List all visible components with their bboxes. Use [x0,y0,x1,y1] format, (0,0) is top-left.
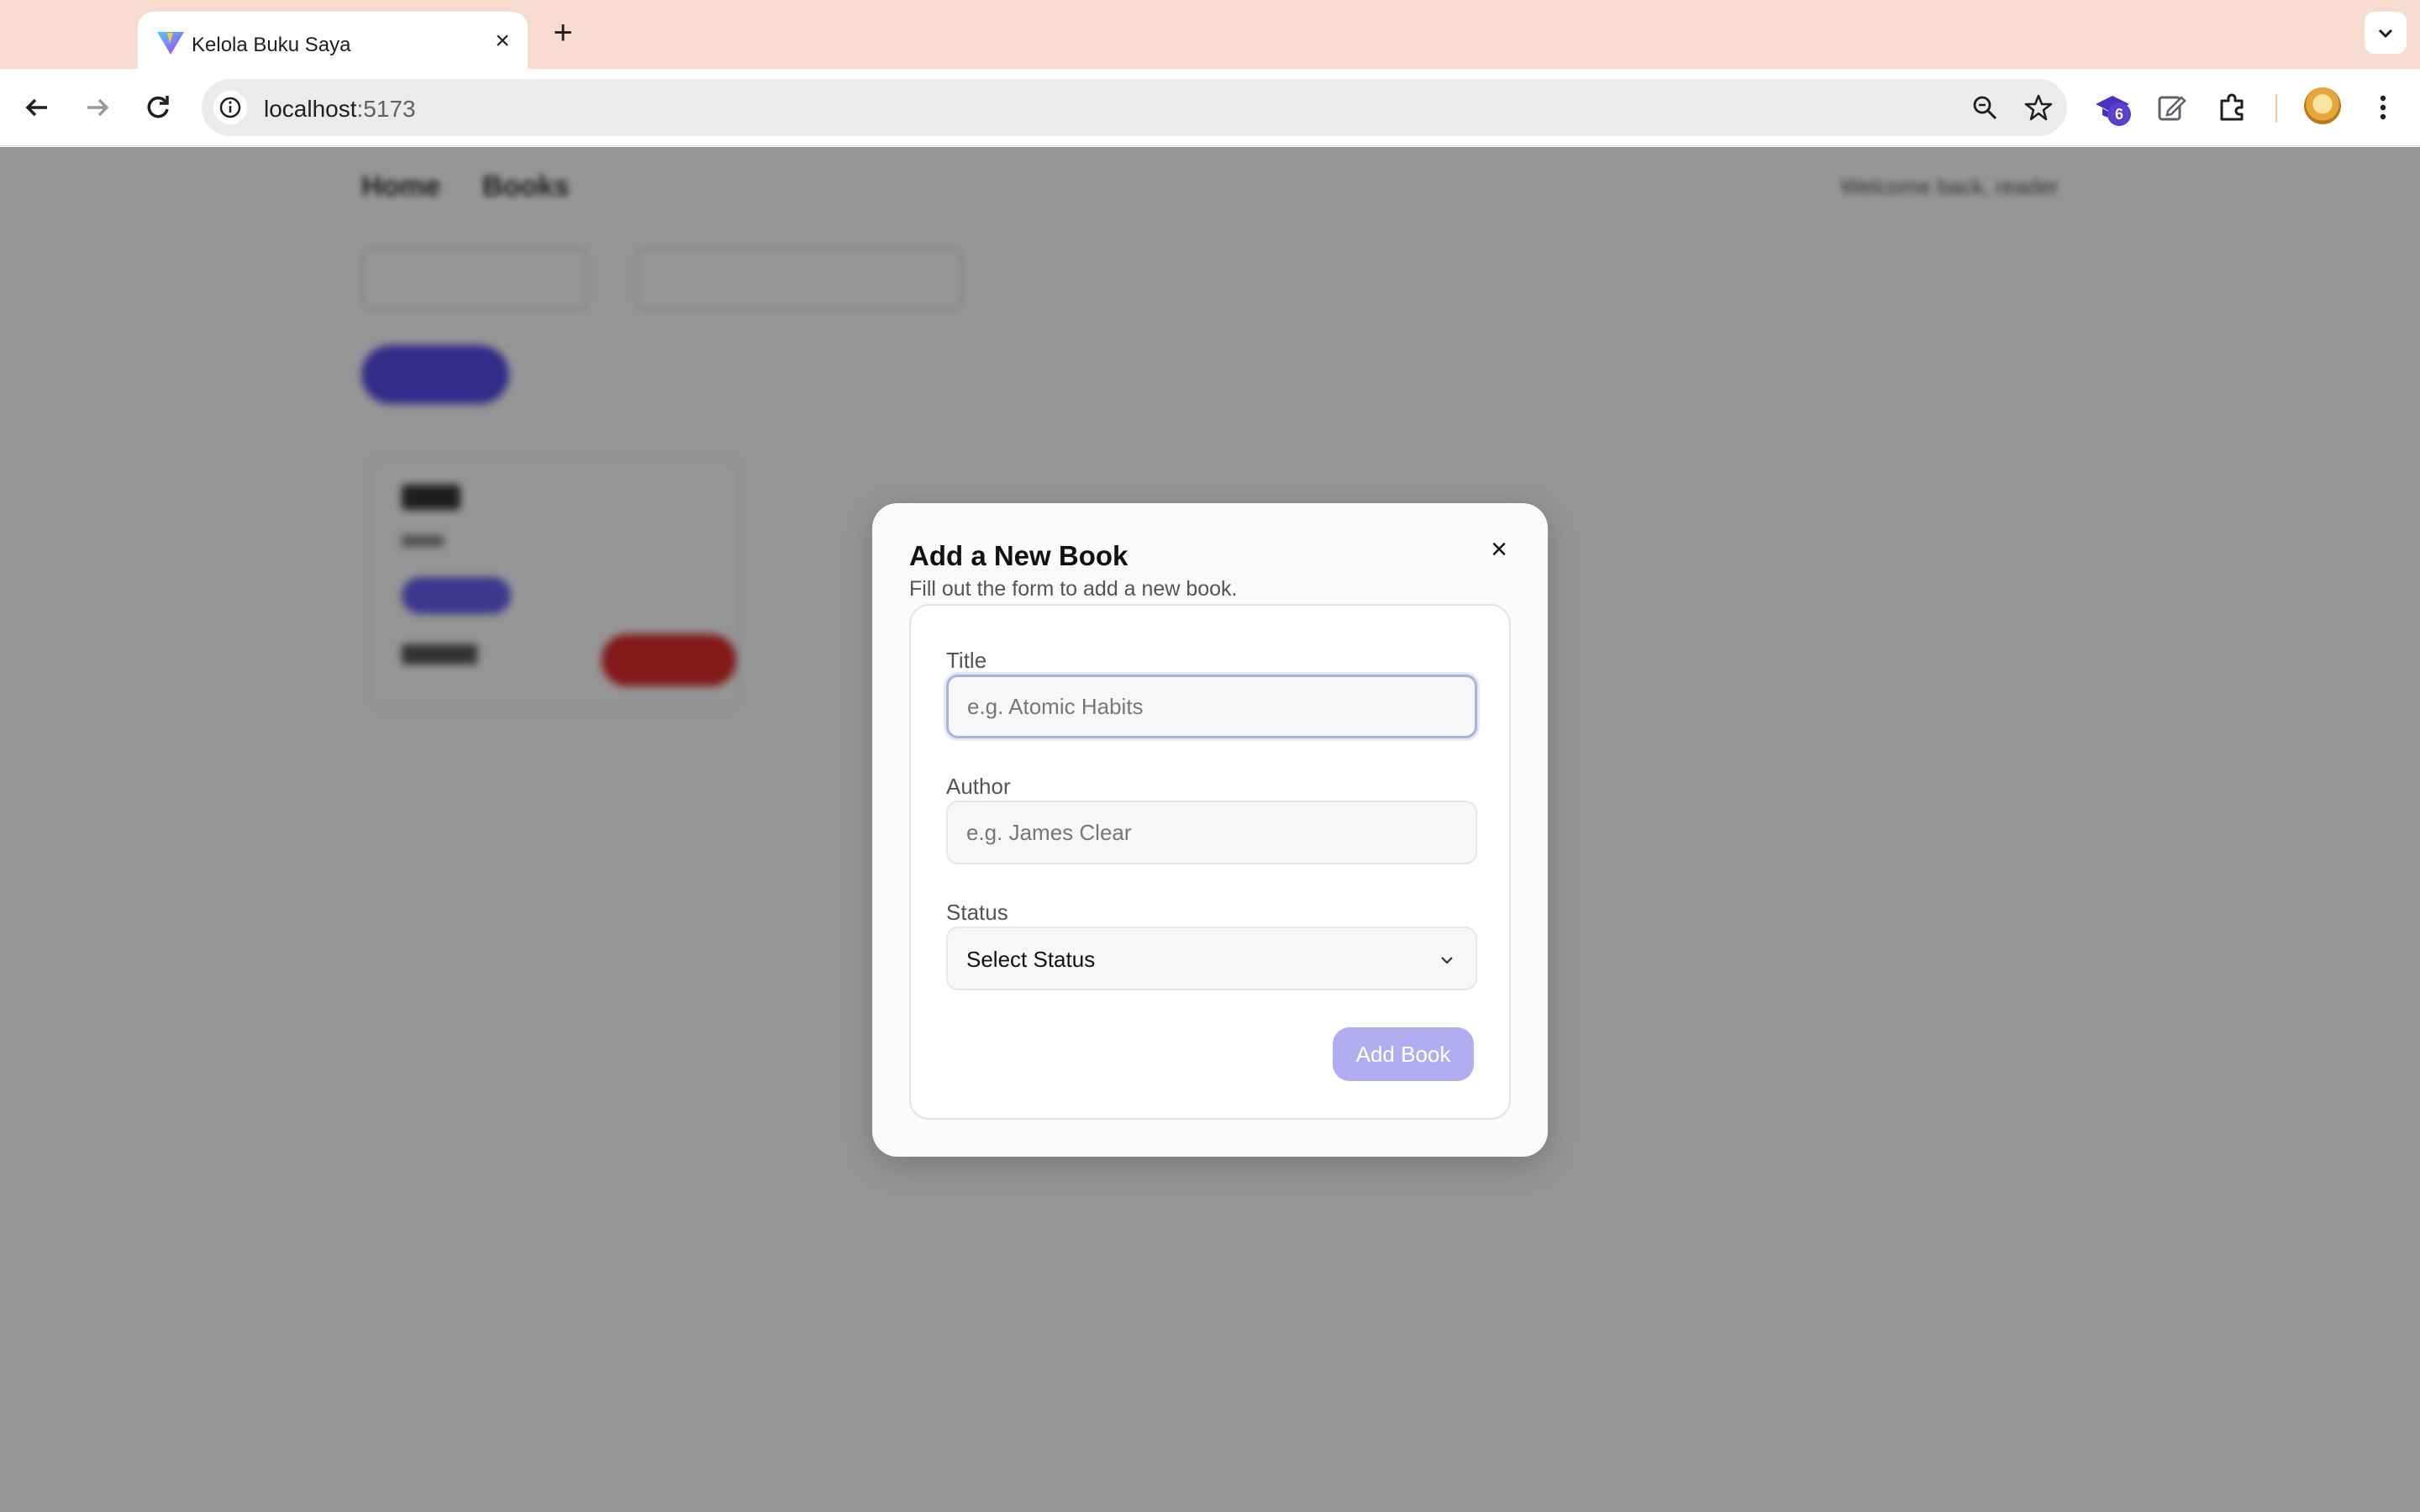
status-select-value: Select Status [966,947,1096,972]
vite-favicon-icon [157,32,184,55]
new-tab-button[interactable]: + [546,16,580,50]
title-label: Title [946,648,987,673]
tab-search-button[interactable] [2365,12,2407,54]
status-select[interactable]: Select Status [946,927,1477,990]
info-icon [219,97,241,118]
browser-tab[interactable]: Kelola Buku Saya × [138,12,528,69]
url-text: localhost:5173 [264,96,416,122]
chevron-down-icon [2378,29,2393,39]
close-icon[interactable]: × [1486,535,1512,564]
dialog-title: Add a New Book [909,540,1128,571]
author-input[interactable] [946,801,1477,864]
zoom-icon[interactable] [1970,92,2000,123]
back-arrow-icon[interactable] [17,87,57,128]
kebab-menu-icon[interactable] [2363,87,2403,128]
edit-note-icon[interactable] [2151,87,2191,128]
profile-avatar[interactable] [2304,87,2341,124]
tab-strip: Kelola Buku Saya × + [0,0,2420,69]
add-book-form: Title Author Status Select Status Add Bo… [909,604,1511,1120]
forward-arrow-icon[interactable] [77,87,118,128]
add-book-dialog: Add a New Book Fill out the form to add … [872,503,1548,1157]
extension-badge: 6 [2107,102,2131,126]
dialog-subtitle: Fill out the form to add a new book. [909,577,1238,601]
tab-title: Kelola Buku Saya [192,34,351,56]
address-bar[interactable]: localhost:5173 [202,79,2067,136]
chevron-down-icon [1441,957,1453,964]
browser-toolbar: localhost:5173 6 [0,69,2420,146]
reload-icon[interactable] [138,87,178,128]
status-label: Status [946,900,1008,925]
toolbar-divider [2275,94,2277,123]
add-book-button[interactable]: Add Book [1333,1027,1474,1081]
author-label: Author [946,774,1011,799]
bookmark-star-icon[interactable] [2023,92,2054,123]
title-input[interactable] [946,675,1477,738]
extensions-puzzle-icon[interactable] [2212,87,2252,128]
tab-close-icon[interactable]: × [491,29,514,54]
site-info-button[interactable] [213,91,247,124]
